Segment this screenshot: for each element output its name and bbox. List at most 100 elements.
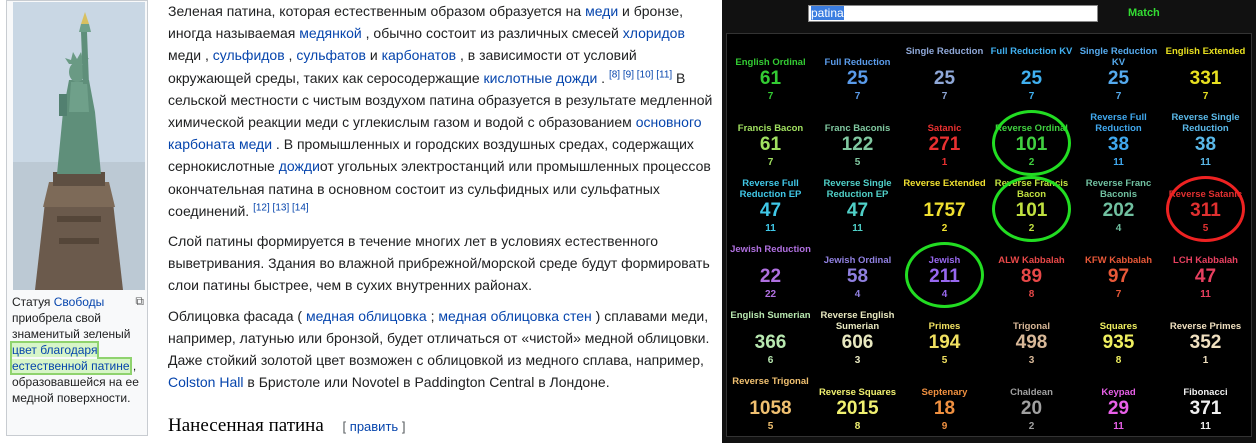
cipher-name: LCH Kabbalah [1173, 255, 1238, 266]
cipher-name: Reverse Extended [903, 178, 986, 189]
cipher-value: 47 [846, 200, 869, 221]
cipher-cell[interactable]: Reverse Franc Baconis 202 4 [1075, 174, 1162, 240]
cipher-cell[interactable]: Keypad 29 11 [1075, 372, 1162, 438]
cipher-value: 366 [754, 332, 787, 353]
cipher-reduced: 11 [852, 223, 863, 234]
cipher-reduced: 7 [767, 157, 774, 168]
article-link[interactable]: Colston Hall [168, 374, 243, 390]
cipher-value: 935 [1102, 332, 1135, 353]
cipher-cell[interactable]: Squares 935 8 [1075, 306, 1162, 372]
cipher-name: ALW Kabbalah [998, 255, 1065, 266]
edit-link[interactable]: править [350, 419, 398, 434]
cipher-value: 38 [1107, 134, 1130, 155]
cipher-reduced: 1 [941, 157, 948, 168]
cipher-reduced: 8 [854, 421, 861, 432]
cipher-reduced: 2 [1028, 421, 1035, 432]
cipher-cell[interactable]: Jewish Ordinal 58 4 [814, 240, 901, 306]
cipher-cell[interactable]: Reverse Single Reduction EP 47 11 [814, 174, 901, 240]
cipher-reduced: 11 [1200, 289, 1211, 300]
cipher-cell[interactable]: Full Reduction KV 25 7 [988, 42, 1075, 108]
cipher-cell[interactable]: Fibonacci 371 11 [1162, 372, 1249, 438]
cipher-reduced: 5 [767, 421, 774, 432]
article-link[interactable]: медная облицовка [306, 308, 427, 324]
cipher-cell[interactable]: Reverse Single Reduction 38 11 [1162, 108, 1249, 174]
cipher-cell[interactable]: Reverse Trigonal 1058 5 [727, 372, 814, 438]
reference-link[interactable]: [12] [13] [14] [253, 202, 309, 213]
cipher-reduced: 7 [1115, 91, 1122, 102]
cipher-name: Francis Bacon [737, 123, 804, 134]
match-button[interactable]: Match [1128, 7, 1160, 19]
highlight-circle [992, 176, 1071, 242]
cipher-name: Reverse Squares [818, 387, 897, 398]
cipher-cell[interactable]: LCH Kabbalah 47 11 [1162, 240, 1249, 306]
cipher-cell[interactable]: Trigonal 498 3 [988, 306, 1075, 372]
cipher-value: 89 [1020, 266, 1043, 287]
article-link[interactable]: сульфатов [296, 47, 366, 63]
cipher-cell[interactable]: ALW Kabbalah 89 8 [988, 240, 1075, 306]
search-input[interactable]: patina [808, 5, 1098, 22]
text-run: , обычно состоит из различных смесей [361, 25, 623, 42]
article-link[interactable]: медная облицовка стен [438, 308, 591, 324]
cipher-name: Single Reduction [905, 46, 984, 57]
cipher-reduced: 11 [1113, 421, 1124, 432]
cipher-name: Single Reduction KV [1079, 46, 1158, 68]
caption-link-liberty[interactable]: Свободы [54, 295, 105, 309]
cipher-cell[interactable]: Full Reduction 25 7 [814, 42, 901, 108]
cipher-value: 25 [1020, 68, 1043, 89]
cipher-cell[interactable]: Franc Baconis 122 5 [814, 108, 901, 174]
cipher-cell[interactable]: Reverse Squares 2015 8 [814, 372, 901, 438]
article-link[interactable]: кислотные дожди [484, 70, 598, 86]
cipher-name: Franc Baconis [824, 123, 891, 134]
article-link[interactable]: сульфидов [213, 47, 285, 63]
cipher-name: Keypad [1101, 387, 1136, 398]
cipher-cell[interactable]: English Extended 331 7 [1162, 42, 1249, 108]
cipher-value: 29 [1107, 398, 1130, 419]
cipher-cell[interactable]: English Sumerian 366 6 [727, 306, 814, 372]
cipher-reduced: 7 [767, 91, 774, 102]
statue-of-liberty-photo[interactable] [13, 2, 145, 290]
cipher-cell[interactable]: Jewish Reduction 22 22 [727, 240, 814, 306]
cipher-cell[interactable]: Reverse Full Reduction EP 47 11 [727, 174, 814, 240]
cipher-cell[interactable]: KFW Kabbalah 97 7 [1075, 240, 1162, 306]
cipher-cell[interactable]: Francis Bacon 61 7 [727, 108, 814, 174]
cipher-cell[interactable]: Reverse Primes 352 1 [1162, 306, 1249, 372]
text-run: . [597, 69, 609, 86]
cipher-name: Satanic [927, 123, 962, 134]
article-link[interactable]: меди [585, 3, 618, 19]
cipher-name: English Sumerian [730, 310, 811, 321]
cipher-cell[interactable]: Reverse Full Reduction 38 11 [1075, 108, 1162, 174]
cipher-value: 58 [846, 266, 869, 287]
article-link[interactable]: дожди [279, 158, 320, 174]
cipher-reduced: 8 [1115, 355, 1122, 366]
cipher-cell[interactable]: Septenary 18 9 [901, 372, 988, 438]
cipher-cell[interactable]: Reverse English Sumerian 606 3 [814, 306, 901, 372]
cipher-reduced: 11 [1200, 157, 1211, 168]
cipher-cell[interactable]: Primes 194 5 [901, 306, 988, 372]
cipher-name: Reverse Single Reduction EP [823, 178, 892, 200]
highlight-circle [992, 110, 1071, 176]
enlarge-icon[interactable]: ⧉ [135, 293, 144, 309]
cipher-name: KFW Kabbalah [1084, 255, 1153, 266]
cipher-value: 38 [1194, 134, 1217, 155]
cipher-cell[interactable]: Single Reduction KV 25 7 [1075, 42, 1162, 108]
cipher-reduced: 3 [1028, 355, 1035, 366]
reference-link[interactable]: [8] [9] [10] [11] [609, 69, 672, 80]
cipher-cell[interactable]: Reverse Extended 1757 2 [901, 174, 988, 240]
article-link[interactable]: карбонатов [382, 47, 457, 63]
cipher-value: 352 [1189, 332, 1222, 353]
cipher-cell[interactable]: Satanic 271 1 [901, 108, 988, 174]
cipher-value: 1058 [749, 398, 792, 419]
cipher-name: English Extended [1165, 46, 1246, 57]
cipher-cell[interactable]: Chaldean 20 2 [988, 372, 1075, 438]
cipher-name: Septenary [921, 387, 968, 398]
image-thumbnail: ⧉ Статуя Свободы приобрела свой знаменит… [6, 0, 148, 436]
cipher-reduced: 4 [1115, 223, 1122, 234]
image-caption: ⧉ Статуя Свободы приобрела свой знаменит… [10, 293, 144, 405]
caption-highlight[interactable]: цвет благодаря естественной патине [10, 341, 132, 375]
cipher-cell[interactable]: English Ordinal 61 7 [727, 42, 814, 108]
cipher-cell[interactable]: Single Reduction 25 7 [901, 42, 988, 108]
article-link[interactable]: хлоридов [623, 25, 685, 41]
cipher-name: Primes [928, 321, 961, 332]
article-link[interactable]: медянкой [299, 25, 361, 41]
cipher-name: Fibonacci [1183, 387, 1228, 398]
